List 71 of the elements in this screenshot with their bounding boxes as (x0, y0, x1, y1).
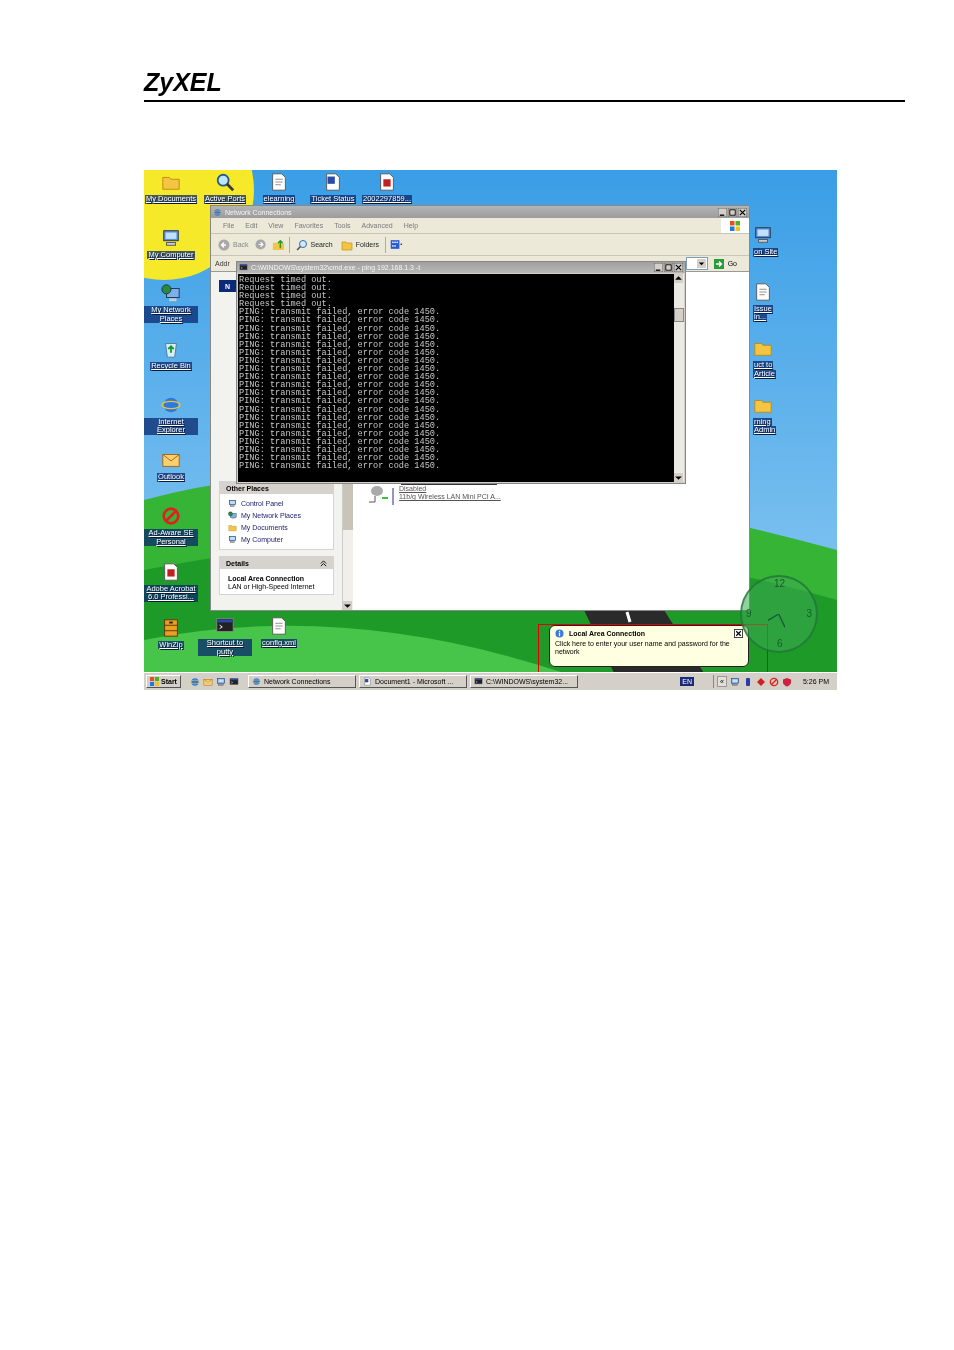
clock-numeral: 9 (746, 609, 752, 619)
terminal-icon[interactable] (228, 676, 239, 687)
go-arrow-icon (713, 258, 724, 269)
globe-icon (251, 677, 261, 686)
computer-icon[interactable] (215, 676, 226, 687)
company-logo: ZyXEL (144, 67, 222, 97)
search-icon (295, 238, 308, 251)
close-icon[interactable] (734, 629, 743, 638)
computer-icon[interactable] (161, 227, 181, 248)
address-field[interactable] (685, 257, 708, 270)
minimize-icon[interactable] (718, 207, 727, 217)
console-line: PING: transmit failed, error code 1450. (239, 462, 442, 471)
collapse-icon[interactable] (320, 559, 327, 567)
maximize-icon[interactable] (728, 207, 737, 217)
no-sign-icon[interactable] (768, 676, 779, 687)
globe-computer-icon[interactable] (161, 283, 181, 304)
shield-icon[interactable] (781, 676, 792, 687)
clock-numeral: 12 (774, 579, 786, 589)
computer-icon[interactable] (228, 534, 237, 544)
document-icon[interactable] (269, 616, 289, 636)
scroll-down-icon[interactable] (674, 473, 683, 482)
diamond-icon[interactable] (755, 676, 766, 687)
folder-icon (340, 238, 353, 251)
windows-flag-icon (721, 218, 749, 233)
close-icon[interactable] (738, 207, 747, 217)
windows-flag-icon (150, 677, 159, 686)
up-folder-icon[interactable] (271, 238, 285, 251)
views-icon[interactable] (390, 238, 404, 251)
console-line: PING: transmit failed, error code 1450. (239, 429, 442, 438)
document-icon[interactable] (377, 172, 397, 192)
console-line: Request timed out. (239, 284, 333, 293)
document-icon[interactable] (161, 561, 181, 582)
clock-hands (768, 614, 785, 628)
console-line: Request timed out. (239, 292, 333, 301)
console-line: PING: transmit failed, error code 1450. (239, 437, 442, 446)
scroll-thumb[interactable] (674, 308, 684, 322)
computer-icon[interactable] (753, 225, 773, 245)
console-line: PING: transmit failed, error code 1450. (239, 421, 442, 430)
maximize-icon[interactable] (664, 263, 673, 272)
globe-computer-icon[interactable] (228, 510, 237, 520)
clock-numeral: 6 (777, 639, 783, 649)
console-line: PING: transmit failed, error code 1450. (239, 340, 442, 349)
clock-numeral: 3 (806, 609, 812, 619)
globe-icon (213, 207, 222, 217)
scroll-down-icon[interactable] (343, 601, 352, 610)
document-icon[interactable] (753, 281, 773, 302)
terminal-icon (239, 263, 248, 272)
scrollbar[interactable] (674, 274, 684, 482)
console-line: PING: transmit failed, error code 1450. (239, 397, 442, 406)
document-icon[interactable] (323, 172, 343, 192)
magnifier-icon[interactable] (215, 172, 235, 192)
back-arrow-icon (218, 238, 230, 251)
document-icon (362, 677, 372, 686)
computer-icon[interactable] (729, 676, 740, 687)
console-line: Request timed out. (239, 276, 333, 285)
console-line: PING: transmit failed, error code 1450. (239, 348, 442, 357)
terminal-icon (473, 677, 483, 686)
document-icon[interactable] (269, 172, 289, 192)
console-line: PING: transmit failed, error code 1450. (239, 324, 442, 333)
info-icon (555, 629, 564, 638)
minimize-icon[interactable] (654, 263, 663, 272)
cabinet-icon[interactable] (161, 617, 181, 638)
scroll-up-icon[interactable] (674, 274, 683, 283)
computer-icon[interactable] (228, 498, 237, 508)
globe-icon[interactable] (189, 676, 200, 687)
close-icon[interactable] (674, 263, 683, 272)
console-line: PING: transmit failed, error code 1450. (239, 413, 442, 422)
dropdown-icon[interactable] (696, 259, 706, 268)
console-line: PING: transmit failed, error code 1450. (239, 316, 442, 325)
console-line: PING: transmit failed, error code 1450. (239, 405, 442, 414)
console-line: PING: transmit failed, error code 1450. (239, 332, 442, 341)
